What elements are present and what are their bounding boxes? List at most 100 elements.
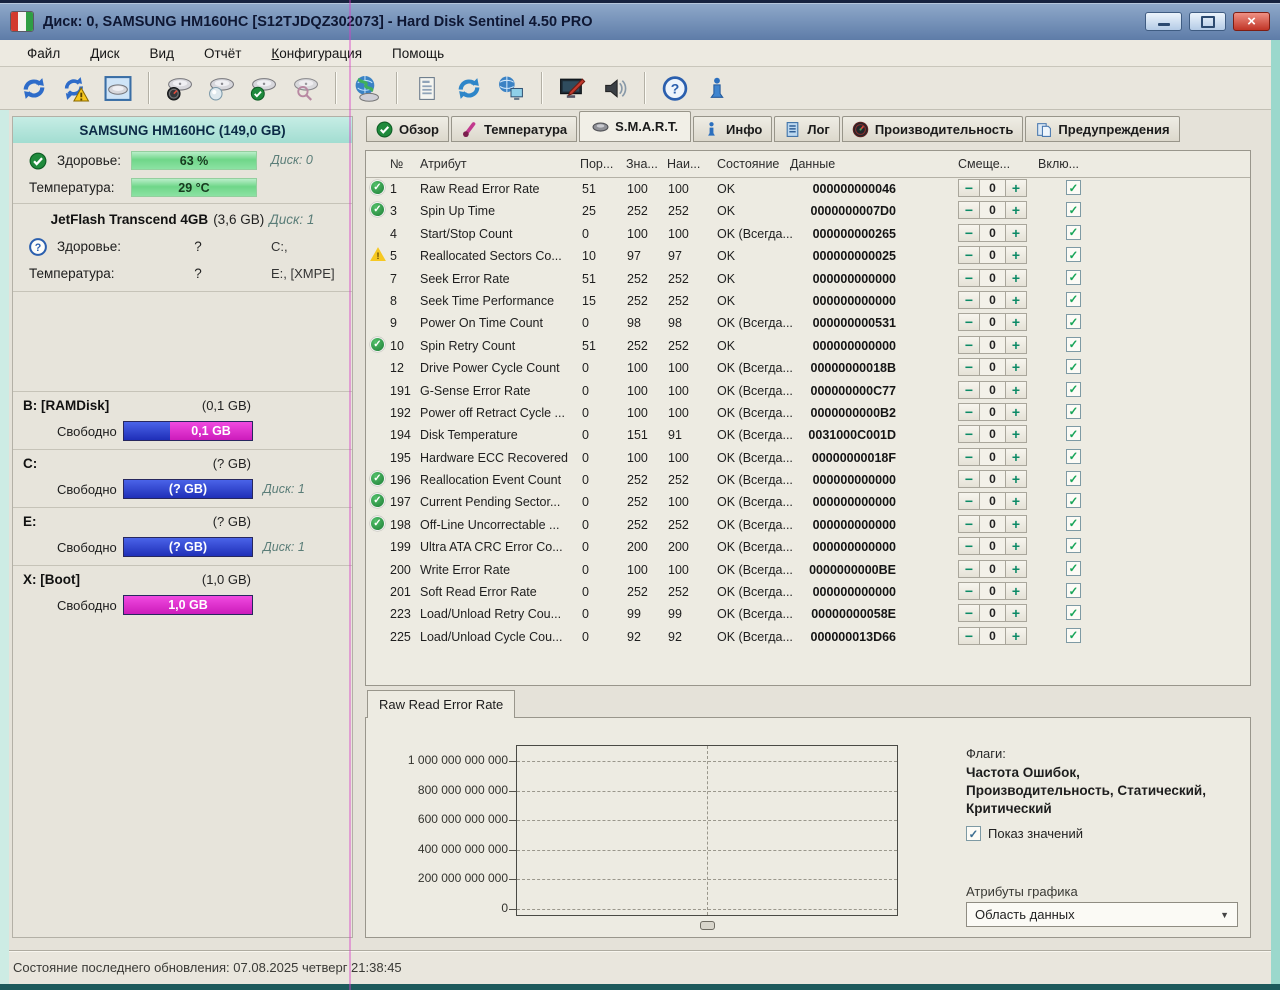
table-row[interactable]: ✓10Spin Retry Count51252252OK00000000000… <box>366 335 1250 357</box>
table-row[interactable]: ✓196Reallocation Event Count0252252OK (В… <box>366 469 1250 491</box>
enabled-checkbox[interactable]: ✓ <box>1066 605 1081 620</box>
table-row[interactable]: ✓197Current Pending Sector...0252100OK (… <box>366 491 1250 513</box>
disk-ok-icon[interactable] <box>242 70 284 106</box>
enabled-checkbox[interactable]: ✓ <box>1066 561 1081 576</box>
disk-gauge-icon[interactable] <box>158 70 200 106</box>
tab-предупреждения[interactable]: Предупреждения <box>1025 116 1179 142</box>
info-icon[interactable] <box>696 70 738 106</box>
help-icon[interactable]: ? <box>654 70 696 106</box>
enabled-checkbox[interactable]: ✓ <box>1066 426 1081 441</box>
offset-increment-button[interactable]: + <box>1005 582 1027 600</box>
offset-decrement-button[interactable]: − <box>958 201 980 219</box>
enabled-checkbox[interactable]: ✓ <box>1066 270 1081 285</box>
offset-decrement-button[interactable]: − <box>958 358 980 376</box>
menu-item-2[interactable]: Диск <box>75 42 134 65</box>
enabled-checkbox[interactable]: ✓ <box>1066 538 1081 553</box>
enabled-checkbox[interactable]: ✓ <box>1066 404 1081 419</box>
offset-increment-button[interactable]: + <box>1005 291 1027 309</box>
enabled-checkbox[interactable]: ✓ <box>1066 583 1081 598</box>
offset-increment-button[interactable]: + <box>1005 224 1027 242</box>
table-row[interactable]: ✓198Off-Line Uncorrectable ...0252252OK … <box>366 514 1250 536</box>
tab-лог[interactable]: Лог <box>774 116 839 142</box>
table-row[interactable]: 194Disk Temperature015191OK (Всегда...00… <box>366 424 1250 446</box>
table-row[interactable]: 7Seek Error Rate51252252OK000000000000−0… <box>366 268 1250 290</box>
offset-decrement-button[interactable]: − <box>958 604 980 622</box>
tab-температура[interactable]: Температура <box>451 116 577 142</box>
offset-increment-button[interactable]: + <box>1005 269 1027 287</box>
enabled-checkbox[interactable]: ✓ <box>1066 493 1081 508</box>
offset-decrement-button[interactable]: − <box>958 381 980 399</box>
table-row[interactable]: ✓1Raw Read Error Rate51100100OK000000000… <box>366 178 1250 200</box>
offset-increment-button[interactable]: + <box>1005 604 1027 622</box>
offset-decrement-button[interactable]: − <box>958 336 980 354</box>
table-row[interactable]: 201Soft Read Error Rate0252252OK (Всегда… <box>366 581 1250 603</box>
volume-xboot[interactable]: X: [Boot](1,0 GB)Свободно1,0 GB <box>13 565 352 624</box>
menu-item-3[interactable]: Вид <box>135 42 189 65</box>
offset-decrement-button[interactable]: − <box>958 537 980 555</box>
tab-s.m.a.r.t.[interactable]: S.M.A.R.T. <box>579 111 691 142</box>
report-icon[interactable] <box>406 70 448 106</box>
offset-decrement-button[interactable]: − <box>958 224 980 242</box>
table-row[interactable]: 195Hardware ECC Recovered0100100OK (Всег… <box>366 447 1250 469</box>
offset-increment-button[interactable]: + <box>1005 627 1027 645</box>
enabled-checkbox[interactable]: ✓ <box>1066 247 1081 262</box>
table-row[interactable]: 192Power off Retract Cycle ...0100100OK … <box>366 402 1250 424</box>
disk0-panel[interactable]: SAMSUNG HM160HC (149,0 GB) Здоровье: 63 … <box>13 117 352 204</box>
disk-sphere-icon[interactable] <box>200 70 242 106</box>
offset-increment-button[interactable]: + <box>1005 537 1027 555</box>
disk1-panel[interactable]: JetFlash Transcend 4GB (3,6 GB) Диск: 1 … <box>13 203 352 292</box>
column-header-1[interactable]: № <box>390 157 403 171</box>
column-header-4[interactable]: Зна... <box>626 157 658 171</box>
enabled-checkbox[interactable]: ✓ <box>1066 628 1081 643</box>
volume-e[interactable]: E:(? GB)Свободно(? GB)Диск: 1 <box>13 507 352 566</box>
offset-decrement-button[interactable]: − <box>958 246 980 264</box>
close-button[interactable]: × <box>1233 12 1270 31</box>
tab-производительность[interactable]: Производительность <box>842 116 1024 142</box>
disk-frame-icon[interactable] <box>97 70 139 106</box>
speaker-icon[interactable] <box>593 70 635 106</box>
table-row[interactable]: 4Start/Stop Count0100100OK (Всегда...000… <box>366 223 1250 245</box>
table-row[interactable]: 200Write Error Rate0100100OK (Всегда...0… <box>366 559 1250 581</box>
chart-slider-handle[interactable] <box>700 921 715 930</box>
enabled-checkbox[interactable]: ✓ <box>1066 449 1081 464</box>
offset-decrement-button[interactable]: − <box>958 448 980 466</box>
disk-search-icon[interactable] <box>284 70 326 106</box>
offset-increment-button[interactable]: + <box>1005 448 1027 466</box>
offset-increment-button[interactable]: + <box>1005 381 1027 399</box>
tab-инфо[interactable]: Инфо <box>693 116 772 142</box>
enabled-checkbox[interactable]: ✓ <box>1066 359 1081 374</box>
offset-increment-button[interactable]: + <box>1005 560 1027 578</box>
offset-decrement-button[interactable]: − <box>958 403 980 421</box>
table-row[interactable]: 8Seek Time Performance15252252OK00000000… <box>366 290 1250 312</box>
table-row[interactable]: 199Ultra ATA CRC Error Co...0200200OK (В… <box>366 536 1250 558</box>
offset-increment-button[interactable]: + <box>1005 179 1027 197</box>
offset-increment-button[interactable]: + <box>1005 515 1027 533</box>
refresh-icon[interactable] <box>13 70 55 106</box>
offset-decrement-button[interactable]: − <box>958 313 980 331</box>
enabled-checkbox[interactable]: ✓ <box>1066 382 1081 397</box>
chart-tab-raw-read-error-rate[interactable]: Raw Read Error Rate <box>367 690 515 718</box>
enabled-checkbox[interactable]: ✓ <box>1066 337 1081 352</box>
refresh-warning-icon[interactable] <box>55 70 97 106</box>
column-header-8[interactable]: Смеще... <box>958 157 1010 171</box>
enabled-checkbox[interactable]: ✓ <box>1066 180 1081 195</box>
table-row[interactable]: 12Drive Power Cycle Count0100100OK (Всег… <box>366 357 1250 379</box>
offset-decrement-button[interactable]: − <box>958 492 980 510</box>
volume-c[interactable]: C:(? GB)Свободно(? GB)Диск: 1 <box>13 449 352 508</box>
offset-decrement-button[interactable]: − <box>958 515 980 533</box>
enabled-checkbox[interactable]: ✓ <box>1066 516 1081 531</box>
menu-item-6[interactable]: Помощь <box>377 42 459 65</box>
maximize-button[interactable] <box>1189 12 1226 31</box>
offset-increment-button[interactable]: + <box>1005 470 1027 488</box>
offset-increment-button[interactable]: + <box>1005 425 1027 443</box>
offset-decrement-button[interactable]: − <box>958 560 980 578</box>
menu-item-1[interactable]: Файл <box>12 42 75 65</box>
offset-decrement-button[interactable]: − <box>958 627 980 645</box>
table-row[interactable]: 225Load/Unload Cycle Cou...09292OK (Всег… <box>366 626 1250 648</box>
offset-decrement-button[interactable]: − <box>958 582 980 600</box>
minimize-button[interactable] <box>1145 12 1182 31</box>
tab-обзор[interactable]: Обзор <box>366 116 449 142</box>
table-row[interactable]: ✓3Spin Up Time25252252OK0000000007D0−0+✓ <box>366 200 1250 222</box>
menu-item-4[interactable]: Отчёт <box>189 42 256 65</box>
offset-increment-button[interactable]: + <box>1005 403 1027 421</box>
